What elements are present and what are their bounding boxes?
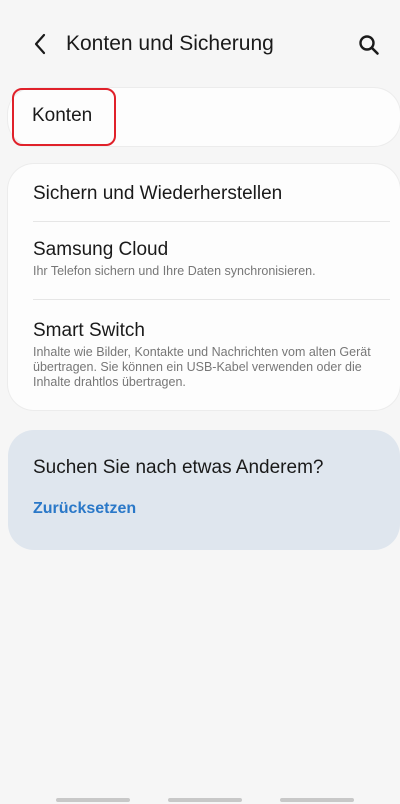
item-title: Sichern und Wiederherstellen: [33, 183, 283, 204]
divider: [33, 299, 390, 300]
item-subtitle: Inhalte wie Bilder, Kontakte und Nachric…: [33, 345, 371, 389]
item-title: Samsung Cloud: [33, 239, 169, 260]
divider: [33, 221, 390, 222]
app-header: Konten und Sicherung: [0, 0, 400, 88]
screen: Konten und Sicherung Konten Sichern und …: [0, 0, 400, 804]
search-button[interactable]: [352, 28, 386, 62]
item-subtitle: Ihr Telefon sichern und Ihre Daten synch…: [33, 264, 316, 278]
nav-back-handle[interactable]: [280, 798, 354, 802]
nav-recent-handle[interactable]: [56, 798, 130, 802]
page-title: Konten und Sicherung: [66, 32, 274, 55]
konten-label: Konten: [32, 105, 93, 126]
item-sichern-wiederherstellen[interactable]: Sichern und Wiederherstellen: [33, 182, 373, 206]
konten-item[interactable]: Konten: [12, 88, 120, 148]
backup-settings-card: Sichern und Wiederherstellen Samsung Clo…: [8, 164, 400, 410]
item-title: Smart Switch: [33, 320, 145, 341]
reset-link[interactable]: Zurücksetzen: [33, 500, 136, 518]
chevron-left-icon: [34, 33, 46, 55]
item-samsung-cloud[interactable]: Samsung Cloud Ihr Telefon sichern und Ih…: [33, 238, 373, 279]
suggestion-card: Suchen Sie nach etwas Anderem? Zurückset…: [8, 430, 400, 550]
suggestion-title: Suchen Sie nach etwas Anderem?: [33, 457, 324, 478]
nav-home-handle[interactable]: [168, 798, 242, 802]
search-icon: [359, 35, 379, 55]
item-smart-switch[interactable]: Smart Switch Inhalte wie Bilder, Kontakt…: [33, 319, 373, 390]
konten-card: Konten: [8, 88, 400, 146]
back-button[interactable]: [24, 28, 56, 60]
